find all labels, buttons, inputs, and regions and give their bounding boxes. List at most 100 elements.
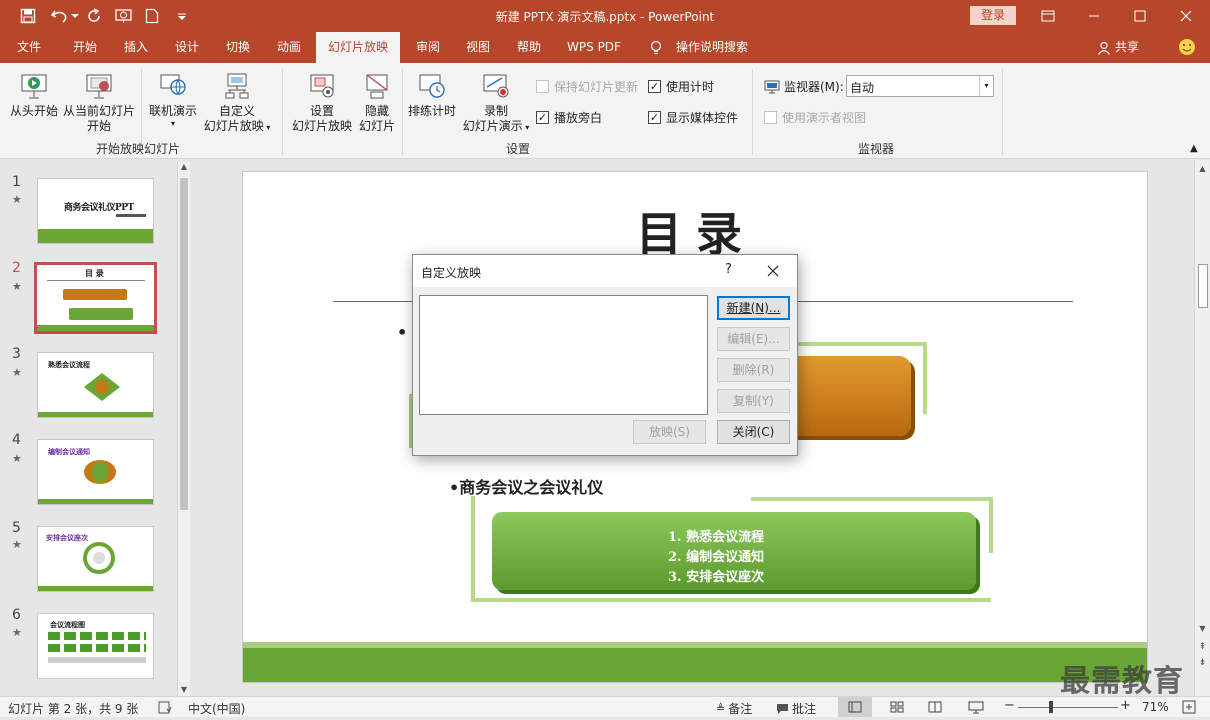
rehearse-timings-label: 排练计时 (407, 104, 456, 118)
comment-icon (777, 703, 788, 714)
help-button[interactable]: ? (725, 262, 732, 277)
presenter-view-checkbox[interactable]: 使用演示者视图 (764, 109, 866, 126)
tell-me-search[interactable]: 操作说明搜索 (670, 32, 754, 63)
thumbnail-footer-bar (38, 499, 153, 504)
dialog-close-icon[interactable] (767, 265, 779, 277)
show-button[interactable]: 放映(S) (633, 420, 706, 444)
custom-slideshow-button[interactable]: 自定义 幻灯片放映 ▾ (200, 71, 274, 135)
play-narrations-checkbox[interactable]: ✓ 播放旁白 (536, 109, 602, 126)
slide-thumbnail-5[interactable]: 安排会议座次 (37, 526, 154, 592)
thumbnail-flow-bar (48, 657, 146, 663)
online-present-button[interactable]: 联机演示 ▾ (146, 71, 200, 129)
show-media-controls-label: 显示媒体控件 (666, 111, 739, 125)
custom-shows-list[interactable] (419, 295, 708, 415)
close-dialog-button[interactable]: 关闭(C) (717, 420, 790, 444)
record-slideshow-button[interactable]: 录制 幻灯片演示 ▾ (460, 71, 532, 135)
comments-button[interactable]: 批注 (776, 700, 816, 717)
hide-slide-icon (362, 71, 392, 101)
slide-thumbnail-3[interactable]: 熟悉会议流程 (37, 352, 154, 418)
tab-wps-pdf[interactable]: WPS PDF (560, 32, 628, 63)
tab-insert[interactable]: 插入 (113, 32, 159, 63)
normal-view-button[interactable] (838, 697, 872, 717)
zoom-level[interactable]: 71% (1142, 700, 1169, 714)
thumbnail-diagram (84, 373, 120, 401)
ribbon-separator (752, 69, 753, 155)
tab-view[interactable]: 视图 (455, 32, 501, 63)
show-media-controls-checkbox[interactable]: ✓ 显示媒体控件 (648, 109, 738, 126)
monitor-select-value: 自动 (850, 81, 875, 95)
scroll-thumb[interactable] (1198, 264, 1208, 308)
play-narrations-label: 播放旁白 (554, 111, 603, 125)
share-button[interactable]: 共享 (1094, 32, 1142, 63)
tab-home[interactable]: 开始 (62, 32, 108, 63)
tab-review[interactable]: 审阅 (405, 32, 451, 63)
animation-star-icon: ★ (12, 452, 22, 465)
slide-thumbnail-1[interactable]: 商务会议礼仪PPT (37, 178, 154, 244)
tab-design[interactable]: 设计 (164, 32, 210, 63)
monitor-row: 监视器(M): (764, 78, 844, 95)
zoom-out-button[interactable]: − (1004, 698, 1015, 713)
tab-help[interactable]: 帮助 (506, 32, 552, 63)
rehearse-timings-button[interactable]: 排练计时 (404, 71, 460, 119)
setup-slideshow-button[interactable]: 设置 幻灯片放映 (288, 71, 356, 134)
tab-slide-show[interactable]: 幻灯片放映 (316, 32, 400, 63)
ribbon-display-options-icon[interactable] (1038, 6, 1058, 26)
scroll-down-icon[interactable]: ▼ (178, 685, 190, 694)
fit-to-window-icon[interactable] (1182, 700, 1196, 714)
notes-button[interactable]: ≜ 备注 (716, 700, 752, 717)
thumbnail-number: 1 (12, 174, 21, 190)
zoom-slider[interactable] (1018, 707, 1118, 708)
zoom-in-button[interactable]: + (1120, 698, 1131, 713)
from-start-button[interactable]: 从头开始 (6, 71, 62, 119)
tab-transitions[interactable]: 切换 (215, 32, 261, 63)
use-timings-checkbox[interactable]: ✓ 使用计时 (648, 78, 714, 95)
slide-sorter-icon[interactable] (890, 701, 904, 713)
thumbnail-title: 目 录 (85, 269, 104, 278)
thumbnail-title: 会议流程图 (50, 621, 85, 629)
spell-check-icon[interactable] (158, 701, 172, 714)
scroll-down-icon[interactable]: ▼ (1195, 624, 1210, 633)
scroll-up-icon[interactable]: ▲ (1195, 164, 1210, 173)
keep-slides-updated-checkbox[interactable]: 保持幻灯片更新 (536, 78, 638, 95)
canvas-scrollbar[interactable]: ▲ ▼ ⇞ ⇟ (1194, 160, 1210, 696)
copy-show-button[interactable]: 复制(Y) (717, 389, 790, 413)
previous-slide-icon[interactable]: ⇞ (1195, 642, 1210, 652)
next-slide-icon[interactable]: ⇟ (1195, 658, 1210, 668)
smiley-icon[interactable] (1176, 32, 1198, 63)
reading-view-icon[interactable] (928, 701, 942, 713)
tab-file[interactable]: 文件 (6, 32, 52, 63)
language-status[interactable]: 中文(中国) (188, 700, 245, 717)
tab-animations[interactable]: 动画 (266, 32, 312, 63)
slide-thumbnail-4[interactable]: 编制会议通知 (37, 439, 154, 505)
slideshow-view-icon[interactable] (968, 701, 984, 714)
ribbon-tabs: 文件 开始 插入 设计 切换 动画 幻灯片放映 审阅 视图 帮助 WPS PDF… (0, 32, 1210, 63)
thumbnail-scrollbar[interactable]: ▲ ▼ (177, 162, 190, 696)
close-icon[interactable] (1176, 6, 1196, 26)
scroll-up-icon[interactable]: ▲ (178, 162, 190, 171)
online-present-icon (158, 71, 188, 101)
login-button[interactable]: 登录 (970, 6, 1016, 25)
slide-thumbnail-2[interactable]: 目 录 (34, 262, 157, 334)
setup-slideshow-label-2: 幻灯片放映 (291, 119, 352, 133)
bullet-fragment: • (397, 323, 408, 342)
maximize-icon[interactable] (1130, 6, 1150, 26)
setup-slideshow-icon (307, 71, 337, 101)
window-title: 新建 PPTX 演示文稿.pptx - PowerPoint (495, 10, 715, 24)
record-slideshow-icon (481, 71, 511, 101)
new-show-button[interactable]: 新建(N)... (717, 296, 790, 320)
new-show-label: 新建(N)... (726, 301, 781, 315)
delete-show-button[interactable]: 删除(R) (717, 358, 790, 382)
slide-thumbnail-6[interactable]: 会议流程图 (37, 613, 154, 679)
hide-slide-button[interactable]: 隐藏 幻灯片 (356, 71, 398, 134)
from-current-button[interactable]: 从当前幻灯片 开始 (62, 71, 136, 134)
monitor-select[interactable]: 自动 ▾ (846, 75, 994, 97)
minimize-icon[interactable] (1084, 6, 1104, 26)
agenda-item: 3. 安排会议座次 (668, 570, 765, 585)
zoom-slider-thumb[interactable] (1049, 701, 1053, 713)
collapse-ribbon-icon[interactable]: ▲ (1190, 143, 1198, 154)
lightbulb-icon (646, 32, 666, 63)
animation-star-icon: ★ (12, 366, 22, 379)
scroll-thumb[interactable] (180, 178, 188, 510)
group-setup: 设置 (506, 142, 531, 156)
edit-show-button[interactable]: 编辑(E)... (717, 327, 790, 351)
